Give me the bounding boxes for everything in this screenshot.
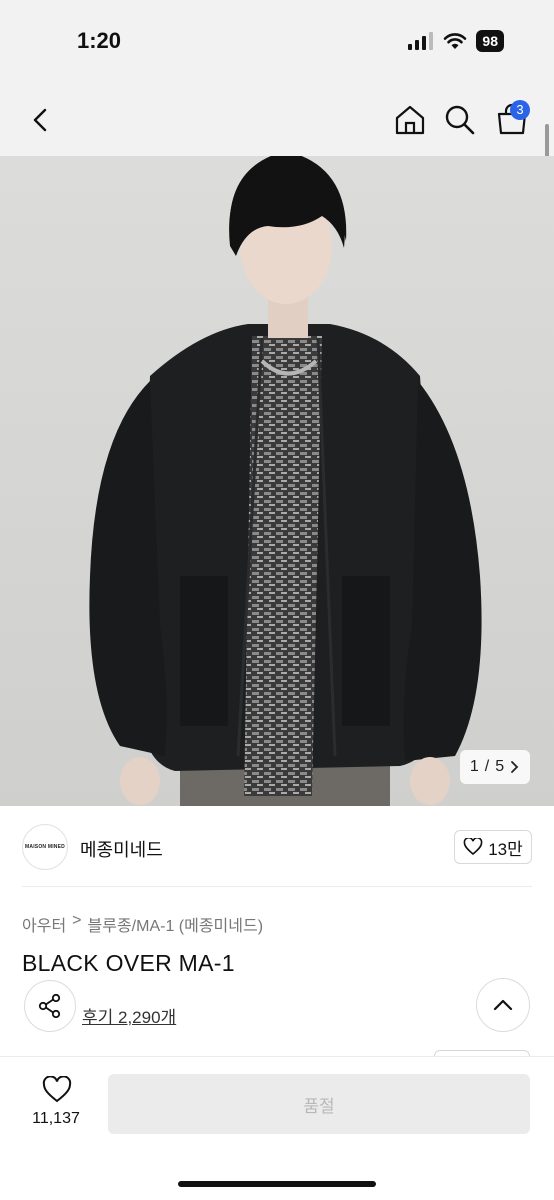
breadcrumb-subcategory[interactable]: 블루종/MA-1 (메종미네드)	[88, 912, 264, 936]
brand-logo[interactable]: MAISON MINED	[22, 824, 68, 870]
heart-icon	[42, 1076, 72, 1103]
scroll-to-top-button[interactable]	[476, 978, 530, 1032]
home-icon[interactable]	[392, 102, 428, 138]
wish-button[interactable]: 11,137	[28, 1074, 84, 1134]
battery-icon: 98	[476, 30, 504, 52]
breadcrumb: 아우터 > 블루종/MA-1 (메종미네드)	[22, 912, 263, 936]
chevron-up-icon	[493, 999, 513, 1011]
divider	[22, 886, 532, 887]
brand-name[interactable]: 메종미네드	[80, 836, 163, 862]
heart-icon	[463, 838, 483, 856]
brand-row: MAISON MINED 메종미네드 13만	[22, 822, 532, 872]
back-arrow-icon[interactable]	[26, 104, 56, 136]
image-counter-current: 1	[469, 758, 479, 775]
wish-count: 11,137	[32, 1110, 80, 1127]
share-button[interactable]	[24, 980, 76, 1032]
review-link[interactable]: 후기 2,290개	[82, 1003, 176, 1028]
brand-like-count: 13만	[488, 839, 523, 859]
status-time: 1:20	[77, 28, 122, 53]
image-counter[interactable]: 1 / 5	[460, 750, 530, 784]
product-photo	[0, 156, 554, 806]
status-icons: 98	[408, 30, 504, 52]
cart-badge: 3	[510, 100, 530, 120]
product-image[interactable]	[0, 156, 554, 806]
image-counter-total: 5	[495, 758, 505, 775]
status-bar: 1:20 98	[0, 0, 554, 84]
buy-button[interactable]: 품절	[108, 1074, 530, 1134]
signal-icon	[408, 32, 434, 50]
brand-like-button[interactable]: 13만	[454, 830, 532, 864]
chevron-right-icon	[511, 761, 519, 773]
share-icon	[38, 993, 61, 1019]
top-nav-bar	[0, 84, 554, 156]
breadcrumb-arrow: >	[72, 912, 82, 929]
wifi-icon	[444, 33, 467, 49]
search-icon[interactable]	[442, 102, 478, 138]
breadcrumb-category[interactable]: 아우터	[22, 912, 66, 936]
brand-logo-text: MAISON MINED	[25, 844, 65, 850]
image-counter-separator: /	[484, 758, 490, 775]
home-indicator	[178, 1181, 376, 1187]
product-title: BLACK OVER MA-1	[22, 950, 235, 976]
